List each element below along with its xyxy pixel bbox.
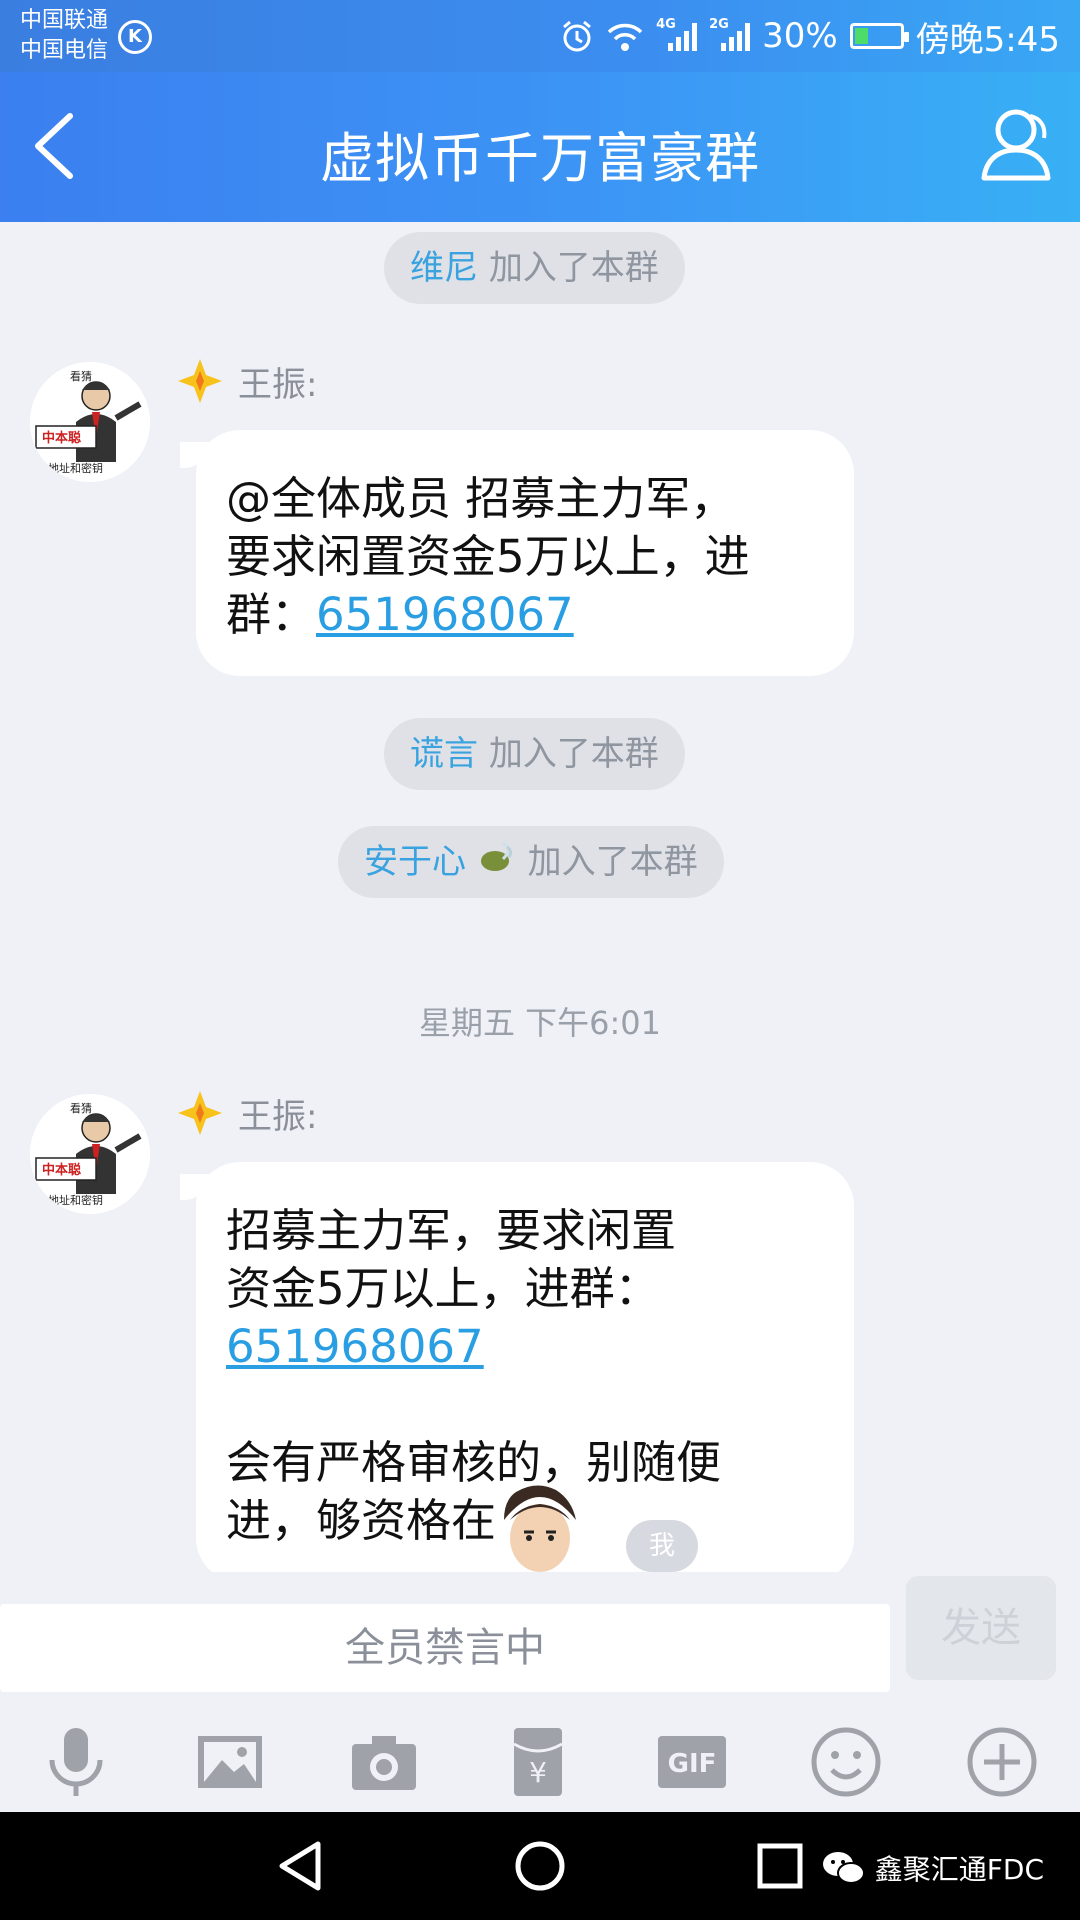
signal-4g-icon: 4G [656,17,698,51]
message-line: 651968067 [226,1318,824,1376]
member-level-icon [178,1091,222,1135]
square-recents-icon [757,1843,803,1889]
sender-name[interactable]: 王振: [238,357,317,406]
message-line: 要求闲置资金5万以上，进 [226,530,750,583]
group-number-link[interactable]: 651968067 [226,1320,484,1373]
join-text: 加入了本群 [527,842,698,882]
my-avatar-sticker [490,1480,590,1572]
carrier-info: 中国联通 中国电信 [20,6,108,66]
wechat-icon [822,1852,865,1884]
avatar-caption-mid: 中本聪 [42,1162,81,1178]
avatar-caption-mid: 中本聪 [42,430,81,446]
svg-text:¥: ¥ [529,1756,547,1789]
member-level-icon [178,359,222,403]
message-line: @全体成员 招募主力军， [226,472,736,525]
k-icon: K [118,20,152,54]
me-badge: 我 [626,1520,698,1572]
nav-back-button[interactable] [274,1838,330,1894]
avatar-caption-bottom: 地址和密钥 [48,1193,103,1207]
carrier-1: 中国联通 [20,8,109,33]
message-line: 资金5万以上，进群： [226,1262,660,1315]
wifi-icon [606,19,644,53]
message-input[interactable]: 全员禁言中 [0,1604,890,1692]
system-nav-bar: 鑫聚汇通FDC [0,1812,1080,1920]
group-members-button[interactable] [978,106,1054,184]
watermark-text: 鑫聚汇通FDC [874,1853,1044,1886]
battery-percent: 30% [762,16,838,56]
image-icon[interactable] [190,1722,270,1802]
nav-recents-button[interactable] [752,1838,808,1894]
joined-member-name[interactable]: 谎言 [410,734,478,774]
message-text: 群： [226,588,317,641]
signal-2g-icon: 2G [709,17,751,51]
red-packet-icon[interactable]: ¥ [498,1722,578,1802]
clock: 傍晚5:45 [915,19,1060,60]
title-bar: 虚拟币千万富豪群 [0,72,1080,222]
sender-avatar[interactable]: 看猜 中本聪 地址和密钥 [30,1094,150,1214]
alarm-icon [560,19,594,53]
watermark: 鑫聚汇通FDC [821,1848,1044,1888]
join-text: 加入了本群 [488,248,659,288]
nav-home-button[interactable] [512,1838,568,1894]
triangle-back-icon [279,1841,321,1891]
joined-member-name[interactable]: 维尼 [410,248,478,288]
sender-name[interactable]: 王振: [238,1089,317,1138]
message-list[interactable]: 维尼 加入了本群 看猜 中本聪 地址和密钥 王振: @全体成员 招募主力军， 要… [0,222,1080,1572]
message-line: 招募主力军，要求闲置 [226,1204,677,1257]
group-number-link[interactable]: 651968067 [316,588,574,641]
circle-home-icon [515,1841,565,1891]
battery-fill [854,28,868,44]
sender-line: 王振: [176,356,317,406]
status-bar: 中国联通 中国电信 K 4G 2G 30% 傍晚5:45 [0,0,1080,72]
send-button[interactable]: 发送 [906,1576,1056,1680]
gif-label: GIF [668,1749,717,1779]
avatar-caption-top: 看猜 [70,1101,92,1115]
join-text: 加入了本群 [488,734,659,774]
system-join-notice: 谎言 加入了本群 [384,718,685,790]
sender-line: 王振: [176,1088,317,1138]
gif-icon[interactable]: GIF [652,1722,732,1802]
input-toolbar: ¥ GIF [0,1712,1080,1812]
battery-icon [849,23,909,49]
chat-screen: 中国联通 中国电信 K 4G 2G 30% 傍晚5:45 虚拟币千万富豪群 维尼… [0,0,1080,1920]
carrier-2: 中国电信 [20,38,109,63]
system-join-notice: 安于心 加入了本群 [338,826,724,898]
plus-icon[interactable] [962,1722,1042,1802]
system-join-notice: 维尼 加入了本群 [384,232,685,304]
message-line: 群：651968067 [226,586,824,644]
chat-title: 虚拟币千万富豪群 [320,127,760,190]
input-bar: 全员禁言中 发送 [0,1572,1080,1712]
sender-avatar[interactable]: 看猜 中本聪 地址和密钥 [30,362,150,482]
tea-cup-emoji-icon [477,828,517,900]
microphone-icon[interactable] [36,1722,116,1802]
message-bubble[interactable]: @全体成员 招募主力军， 要求闲置资金5万以上，进 群：651968067 [180,430,854,676]
emoji-icon[interactable] [806,1722,886,1802]
camera-icon[interactable] [344,1722,424,1802]
joined-member-name[interactable]: 安于心 [364,842,466,882]
avatar-caption-bottom: 地址和密钥 [48,461,103,475]
avatar-caption-top: 看猜 [70,369,92,383]
status-icons: 4G 2G 30% 傍晚5:45 [560,14,1060,60]
person-outline-icon [981,109,1051,181]
timestamp: 星期五 下午6:01 [418,1004,662,1042]
